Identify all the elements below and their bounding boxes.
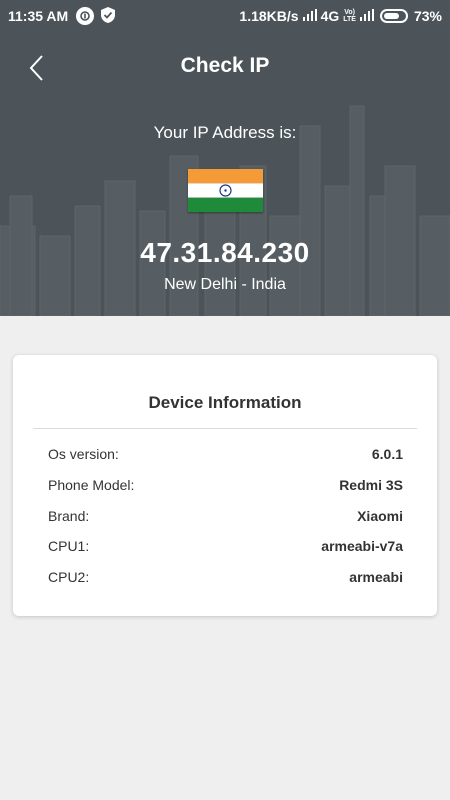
battery-fill <box>383 13 399 19</box>
volte-bottom: LTE <box>343 16 356 23</box>
info-value: Redmi 3S <box>339 477 403 493</box>
battery-icon <box>379 9 408 23</box>
status-right-group: 1.18KB/s 4G Vo) LTE 73% <box>239 8 442 24</box>
signal-bars-icon <box>359 8 374 24</box>
device-info-title: Device Information <box>148 393 302 412</box>
india-flag-icon <box>188 169 263 212</box>
info-row-cpu1: CPU1: armeabi-v7a <box>48 535 403 557</box>
info-value: armeabi-v7a <box>321 538 403 554</box>
info-row-cpu2: CPU2: armeabi <box>48 566 403 588</box>
status-time: 11:35 AM <box>8 8 69 24</box>
header-banner: 11:35 AM 1.18KB/s 4G Vo) LTE 73% Check I… <box>0 0 450 316</box>
info-label: Phone Model: <box>48 477 135 493</box>
info-label: CPU1: <box>48 538 90 554</box>
shield-check-icon <box>100 6 116 27</box>
info-row-os-version: Os version: 6.0.1 <box>48 443 403 465</box>
device-info-card: Device Information Os version: 6.0.1 Pho… <box>13 355 437 616</box>
info-value: 6.0.1 <box>371 446 403 462</box>
info-label: Brand: <box>48 508 90 524</box>
info-row-brand: Brand: Xiaomi <box>48 505 403 527</box>
info-label: CPU2: <box>48 569 90 585</box>
card-divider <box>33 428 417 429</box>
status-bar: 11:35 AM 1.18KB/s 4G Vo) LTE 73% <box>0 0 450 32</box>
signal-bars-icon <box>302 8 317 24</box>
info-label: Os version: <box>48 446 119 462</box>
volte-top: Vo) <box>344 9 355 16</box>
network-speed: 1.18KB/s <box>239 8 299 24</box>
ip-address-value: 47.31.84.230 <box>140 237 310 268</box>
network-type: 4G <box>320 8 340 24</box>
info-value: armeabi <box>349 569 403 585</box>
ip-location: New Delhi - India <box>164 276 286 293</box>
ip-address-label: Your IP Address is: <box>153 123 297 142</box>
battery-percent: 73% <box>413 8 442 24</box>
page-title: Check IP <box>180 54 270 77</box>
info-row-phone-model: Phone Model: Redmi 3S <box>48 474 403 496</box>
info-value: Xiaomi <box>357 508 403 524</box>
volte-indicator: Vo) LTE <box>343 9 356 23</box>
vpn-key-icon <box>76 7 95 25</box>
